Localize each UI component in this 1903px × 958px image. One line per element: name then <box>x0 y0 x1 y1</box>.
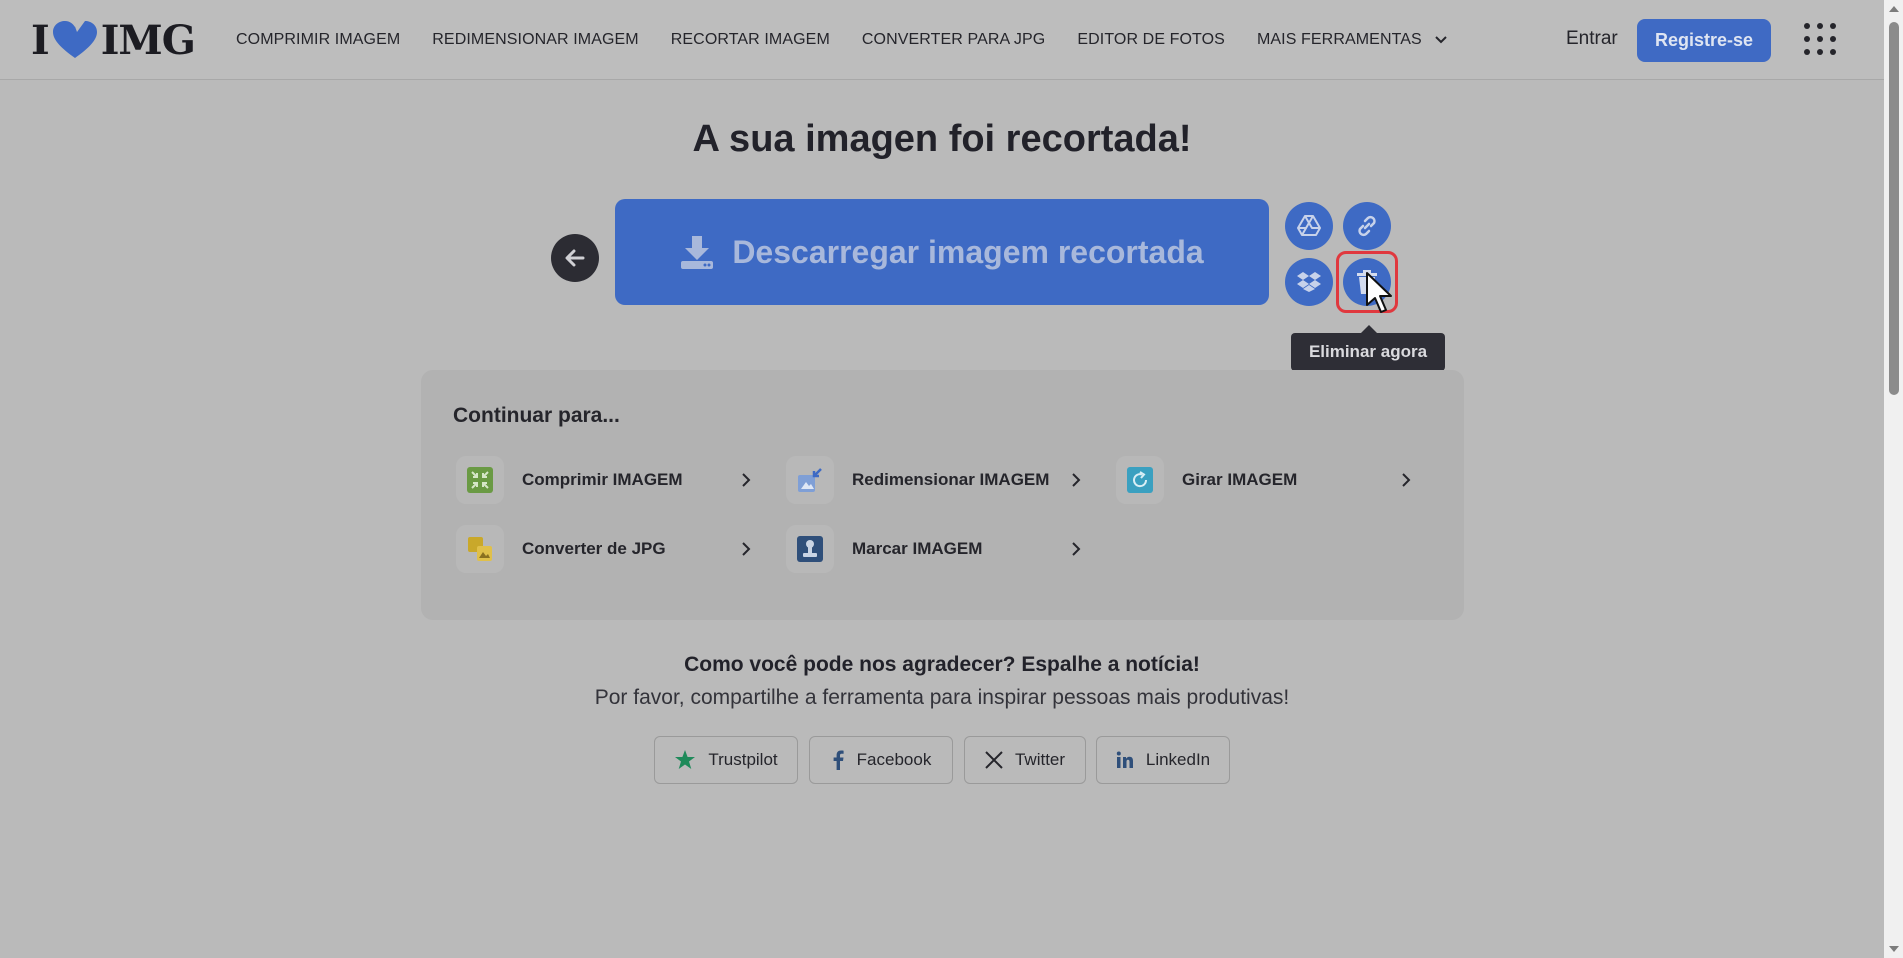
compress-icon <box>467 467 493 493</box>
logo-text-img: IMG <box>100 16 196 64</box>
google-drive-button[interactable] <box>1285 202 1333 250</box>
download-label: Descarregar imagem recortada <box>732 233 1204 270</box>
nav-convert-jpg[interactable]: CONVERTER PARA JPG <box>862 31 1045 49</box>
nav-photo-editor[interactable]: EDITOR DE FOTOS <box>1077 31 1225 49</box>
linkedin-icon <box>1116 751 1133 768</box>
watermark-tool-icon-wrap <box>786 525 834 573</box>
nav-resize[interactable]: REDIMENSIONAR IMAGEM <box>432 31 638 49</box>
main-nav: COMPRIMIR IMAGEM REDIMENSIONAR IMAGEM RE… <box>236 0 1480 80</box>
dropbox-button[interactable] <box>1285 258 1333 306</box>
tool-label: Girar IMAGEM <box>1182 470 1298 489</box>
nav-compress[interactable]: COMPRIMIR IMAGEM <box>236 31 400 49</box>
share-label: LinkedIn <box>1145 750 1211 769</box>
tool-label: Marcar IMAGEM <box>852 539 983 558</box>
tool-rotate[interactable]: Girar IMAGEM <box>1116 455 1416 505</box>
chevron-right-icon <box>742 542 751 556</box>
heart-icon <box>52 21 97 58</box>
chevron-right-icon <box>1402 473 1411 487</box>
x-twitter-icon <box>985 751 1003 769</box>
copy-link-button[interactable] <box>1343 202 1391 250</box>
share-label: Trustpilot <box>708 750 778 769</box>
resize-icon <box>798 468 822 492</box>
share-trustpilot-button[interactable]: Trustpilot <box>654 736 798 784</box>
link-icon <box>1358 215 1376 237</box>
tool-label: Converter de JPG <box>522 539 666 558</box>
chevron-right-icon <box>1072 542 1081 556</box>
tool-resize[interactable]: Redimensionar IMAGEM <box>786 455 1086 505</box>
tool-convert-from-jpg[interactable]: Converter de JPG <box>456 524 756 574</box>
stamp-icon <box>797 536 823 562</box>
tool-watermark[interactable]: Marcar IMAGEM <box>786 524 1086 574</box>
tool-label: Comprimir IMAGEM <box>522 470 683 489</box>
rotate-tool-icon-wrap <box>1116 456 1164 504</box>
arrow-left-icon <box>565 249 585 267</box>
continue-title: Continuar para... <box>453 404 620 427</box>
tool-label: Redimensionar IMAGEM <box>852 470 1050 489</box>
share-title: Como você pode nos agradecer? Espalhe a … <box>684 653 1200 676</box>
share-label: Facebook <box>856 750 932 769</box>
scroll-down-arrow-icon[interactable] <box>1889 946 1899 952</box>
nav-more-tools-label: MAIS FERRAMENTAS <box>1256 31 1422 48</box>
convert-tool-icon-wrap <box>456 525 504 573</box>
share-twitter-button[interactable]: Twitter <box>964 736 1086 784</box>
chevron-down-icon <box>1435 36 1447 44</box>
rotate-icon <box>1127 467 1153 493</box>
convert-from-jpg-icon <box>468 537 492 561</box>
nav-more-tools[interactable]: MAIS FERRAMENTAS <box>1257 31 1448 49</box>
delete-tooltip: Eliminar agora <box>1291 325 1445 371</box>
facebook-icon <box>833 750 844 770</box>
page-title: A sua imagen foi recortada! <box>692 118 1192 160</box>
register-button[interactable]: Registre-se <box>1637 19 1771 62</box>
share-label: Twitter <box>1014 750 1066 769</box>
chevron-right-icon <box>742 473 751 487</box>
logo-letter-i: I <box>31 16 50 64</box>
google-drive-icon <box>1297 215 1321 236</box>
top-navbar: I IMG COMPRIMIR IMAGEM REDIMENSIONAR IMA… <box>0 0 1884 80</box>
download-icon <box>681 236 714 269</box>
login-link[interactable]: Entrar <box>1566 28 1618 50</box>
scroll-thumb[interactable] <box>1889 22 1899 395</box>
download-button[interactable]: Descarregar imagem recortada <box>615 199 1269 305</box>
share-subtitle: Por favor, compartilhe a ferramenta para… <box>594 686 1290 709</box>
continue-panel: Continuar para... Comprimir IMAGEM Redim… <box>421 370 1464 620</box>
apps-grid-icon[interactable] <box>1803 22 1837 56</box>
compress-tool-icon-wrap <box>456 456 504 504</box>
chevron-right-icon <box>1072 473 1081 487</box>
back-button[interactable] <box>551 234 599 282</box>
tool-compress[interactable]: Comprimir IMAGEM <box>456 455 756 505</box>
star-icon <box>675 750 696 769</box>
mouse-pointer-icon <box>1366 272 1392 313</box>
ilovimg-logo[interactable]: I IMG <box>31 17 196 64</box>
resize-tool-icon-wrap <box>786 456 834 504</box>
share-linkedin-button[interactable]: LinkedIn <box>1096 736 1230 784</box>
dropbox-icon <box>1297 272 1321 292</box>
share-facebook-button[interactable]: Facebook <box>809 736 953 784</box>
vertical-scrollbar[interactable] <box>1884 0 1903 958</box>
scroll-up-arrow-icon[interactable] <box>1889 6 1899 12</box>
nav-crop[interactable]: RECORTAR IMAGEM <box>671 31 830 49</box>
